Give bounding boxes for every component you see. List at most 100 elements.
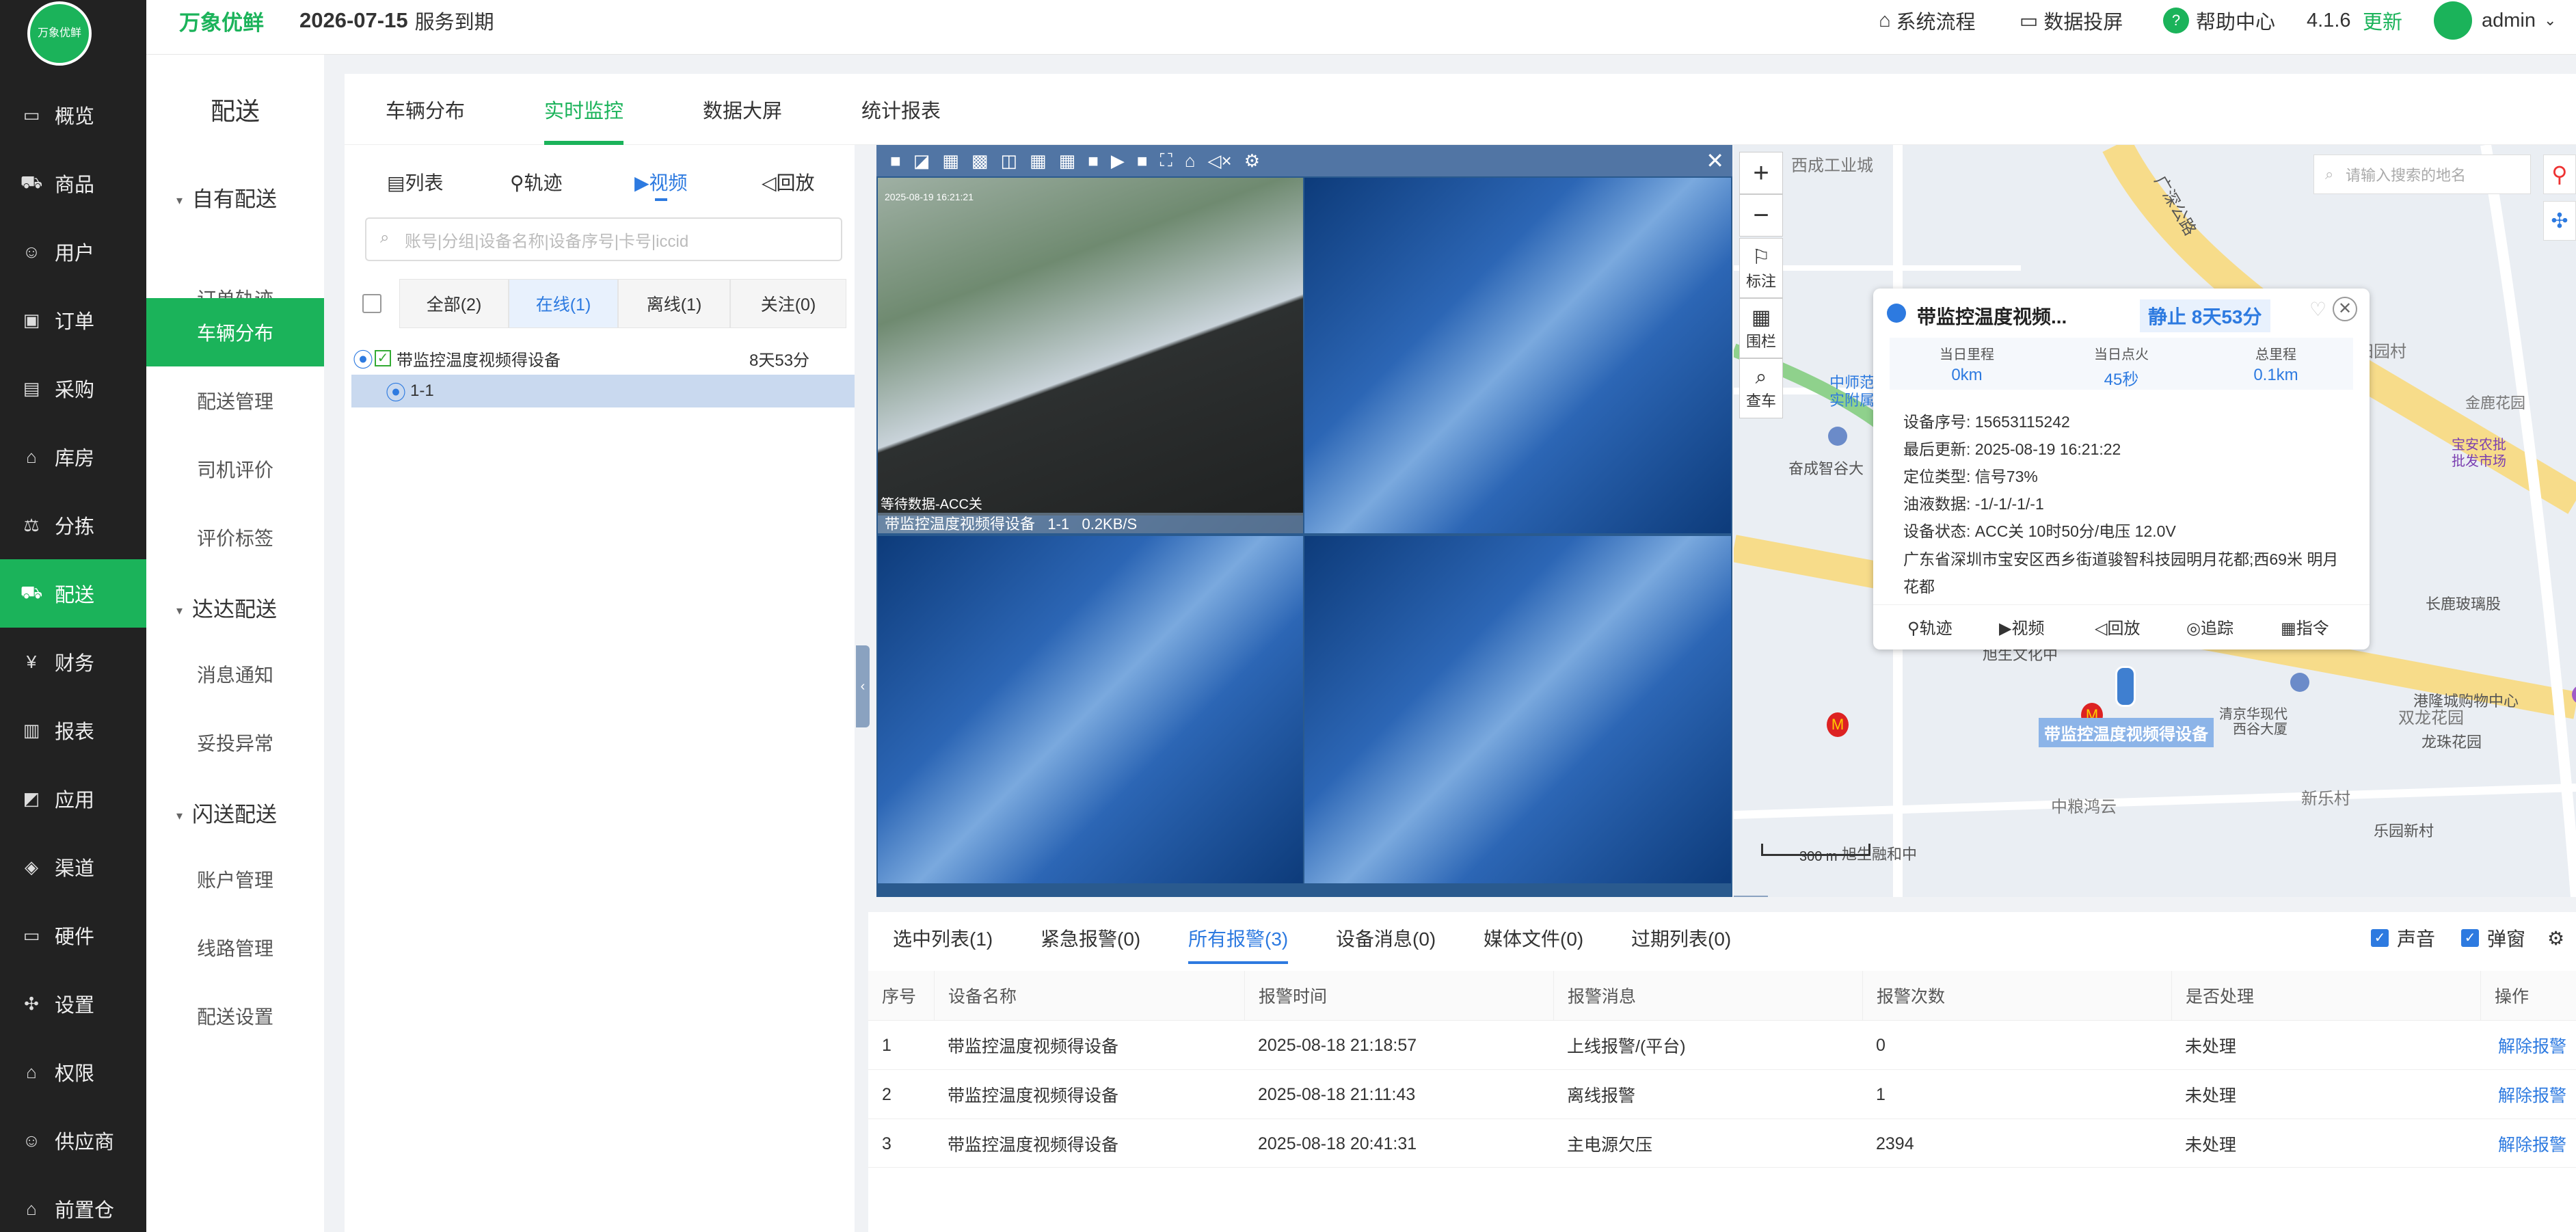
fullscreen-icon[interactable]: ⛶: [1160, 150, 1172, 172]
data-screen-link[interactable]: ▭ 数据投屏: [2020, 0, 2123, 41]
mark-tool-button[interactable]: ⚐ 标注: [1739, 238, 1783, 298]
group-shansong-delivery[interactable]: 闪送配送: [176, 797, 277, 828]
zoom-out-button[interactable]: −: [1739, 194, 1783, 237]
layout-1-icon[interactable]: ■: [890, 150, 901, 172]
tab-all-alarms[interactable]: 所有报警(3): [1188, 912, 1289, 964]
dismiss-alarm-link[interactable]: 解除报警: [2498, 1021, 2566, 1070]
layers-icon[interactable]: ✣: [2543, 201, 2576, 241]
nav-item-finance[interactable]: ¥ 财务: [0, 628, 146, 696]
close-icon[interactable]: ✕: [2333, 297, 2357, 321]
view-tab-list[interactable]: ▤列表: [387, 168, 443, 196]
video-cell-4[interactable]: [1304, 536, 1731, 883]
tab-selected-list[interactable]: 选中列表(1): [893, 912, 993, 964]
find-car-button[interactable]: ⌕ 查车: [1739, 358, 1783, 418]
tab-realtime-monitor[interactable]: 实时监控: [544, 74, 624, 145]
tab-emergency-alarm[interactable]: 紧急报警(0): [1041, 912, 1140, 964]
nav-item-overview[interactable]: ▭ 概览: [0, 81, 146, 149]
nav-item-channels[interactable]: ◈ 渠道: [0, 833, 146, 901]
action-follow[interactable]: ◎追踪: [2186, 615, 2233, 639]
tab-device-messages[interactable]: 设备消息(0): [1336, 912, 1436, 964]
device-checkbox[interactable]: ✓: [375, 350, 391, 366]
subnav-driver-rating[interactable]: 司机评价: [146, 435, 324, 503]
layout-6-icon[interactable]: ▩: [971, 150, 989, 172]
dismiss-alarm-link[interactable]: 解除报警: [2498, 1070, 2566, 1119]
update-link[interactable]: 更新: [2363, 0, 2402, 41]
nav-item-goods[interactable]: ⛟ 商品: [0, 149, 146, 217]
view-tab-playback[interactable]: ◁回放: [762, 168, 815, 196]
nav-item-users[interactable]: ☺ 用户: [0, 217, 146, 286]
map-collapse-button[interactable]: [1734, 896, 1768, 897]
popup-toggle[interactable]: ✓ 弹窗: [2461, 912, 2525, 964]
user-menu[interactable]: admin ⌄: [2434, 0, 2556, 41]
action-video[interactable]: ▶视频: [1999, 615, 2044, 639]
settings-icon[interactable]: ⚙: [1244, 150, 1260, 172]
filter-followed[interactable]: 关注(0): [730, 279, 846, 328]
action-playback[interactable]: ◁回放: [2095, 615, 2140, 639]
help-center-link[interactable]: ? 帮助中心: [2163, 0, 2275, 41]
stop-icon[interactable]: ■: [1137, 150, 1148, 172]
subnav-route-management[interactable]: 线路管理: [146, 913, 324, 982]
layout-4-icon[interactable]: ▦: [942, 150, 959, 172]
nav-item-delivery[interactable]: ⛟ 配送: [0, 559, 146, 628]
nav-item-suppliers[interactable]: ☺ 供应商: [0, 1106, 146, 1175]
sound-toggle[interactable]: ✓ 声音: [2371, 912, 2435, 964]
mute-icon[interactable]: ◁×: [1208, 150, 1232, 172]
map-search-input[interactable]: ⌕ 请输入搜索的地名: [2313, 155, 2531, 194]
filter-online[interactable]: 在线(1): [509, 279, 618, 328]
layout-8-icon[interactable]: ◫: [1000, 150, 1017, 172]
filter-offline[interactable]: 离线(1): [618, 279, 730, 328]
tab-media-files[interactable]: 媒体文件(0): [1484, 912, 1583, 964]
device-search-input[interactable]: ⌕ 账号|分组|设备名称|设备序号|卡号|iccid: [365, 217, 842, 261]
layout-2-icon[interactable]: ◪: [913, 150, 930, 172]
nav-item-permissions[interactable]: ⌂ 权限: [0, 1038, 146, 1106]
channel-row[interactable]: ⦿ 1-1: [351, 375, 855, 407]
nav-item-sorting[interactable]: ⚖ 分拣: [0, 491, 146, 559]
zoom-in-button[interactable]: +: [1739, 152, 1783, 194]
action-command[interactable]: ▦指令: [2281, 615, 2329, 639]
dismiss-alarm-link[interactable]: 解除报警: [2498, 1119, 2566, 1168]
subnav-delivery-exception[interactable]: 妥投异常: [146, 708, 324, 777]
close-icon[interactable]: ✕: [1706, 148, 1724, 174]
view-tab-video[interactable]: ▶视频: [634, 168, 688, 201]
nav-item-purchase[interactable]: ▤ 采购: [0, 354, 146, 423]
tab-vehicle-distribution[interactable]: 车辆分布: [386, 74, 465, 145]
nav-item-orders[interactable]: ▣ 订单: [0, 286, 146, 354]
device-tree-row[interactable]: ⦿ ✓ 带监控温度视频得设备 8天53分: [351, 342, 855, 375]
layout-full-icon[interactable]: ■: [1088, 150, 1099, 172]
video-cell-3[interactable]: [878, 536, 1303, 883]
subnav-delivery-management[interactable]: 配送管理: [146, 366, 324, 435]
filter-all[interactable]: 全部(2): [399, 279, 509, 328]
select-all-checkbox[interactable]: [362, 294, 381, 313]
nav-item-front-warehouse[interactable]: ⌂ 前置仓: [0, 1175, 146, 1232]
subnav-delivery-settings[interactable]: 配送设置: [146, 982, 324, 1050]
video-cell-2[interactable]: [1304, 178, 1731, 533]
view-tab-track[interactable]: ⚲轨迹: [510, 168, 563, 196]
group-own-delivery[interactable]: 自有配送: [176, 182, 277, 213]
group-dada-delivery[interactable]: 达达配送: [176, 592, 277, 623]
panel-collapse-handle[interactable]: ‹: [856, 645, 870, 727]
subnav-message-notify[interactable]: 消息通知: [146, 640, 324, 708]
nav-item-warehouse[interactable]: ⌂ 库房: [0, 423, 146, 491]
fence-tool-button[interactable]: ▦ 围栏: [1739, 298, 1783, 358]
subnav-rating-tags[interactable]: 评价标签: [146, 503, 324, 572]
car-icon[interactable]: [2115, 666, 2136, 707]
system-process-link[interactable]: ⌂ 系统流程: [1879, 0, 1976, 41]
video-cell-1[interactable]: 2025-08-19 16:21:21 等待数据-ACC关 带监控温度视频得设备…: [878, 178, 1303, 533]
nav-item-settings[interactable]: ✣ 设置: [0, 969, 146, 1038]
location-pin-icon[interactable]: ⚲: [2543, 155, 2576, 194]
tab-expired-list[interactable]: 过期列表(0): [1631, 912, 1731, 964]
action-track[interactable]: ⚲轨迹: [1907, 615, 1953, 639]
subnav-account-management[interactable]: 账户管理: [146, 845, 324, 913]
nav-item-apps[interactable]: ◩ 应用: [0, 764, 146, 833]
play-icon[interactable]: ▶: [1111, 150, 1125, 172]
nav-item-hardware[interactable]: ▭ 硬件: [0, 901, 146, 969]
nav-item-reports[interactable]: ▥ 报表: [0, 696, 146, 764]
subnav-vehicle-distribution[interactable]: 车辆分布: [146, 298, 324, 366]
snapshot-icon[interactable]: ⌂: [1185, 150, 1196, 172]
settings-icon[interactable]: ⚙: [2547, 912, 2564, 964]
tab-data-screen[interactable]: 数据大屏: [703, 74, 782, 145]
heart-icon[interactable]: ♡: [2309, 298, 2326, 321]
layout-9-icon[interactable]: ▦: [1030, 150, 1047, 172]
layout-16-icon[interactable]: ▦: [1059, 150, 1076, 172]
tab-statistics-report[interactable]: 统计报表: [861, 74, 941, 145]
